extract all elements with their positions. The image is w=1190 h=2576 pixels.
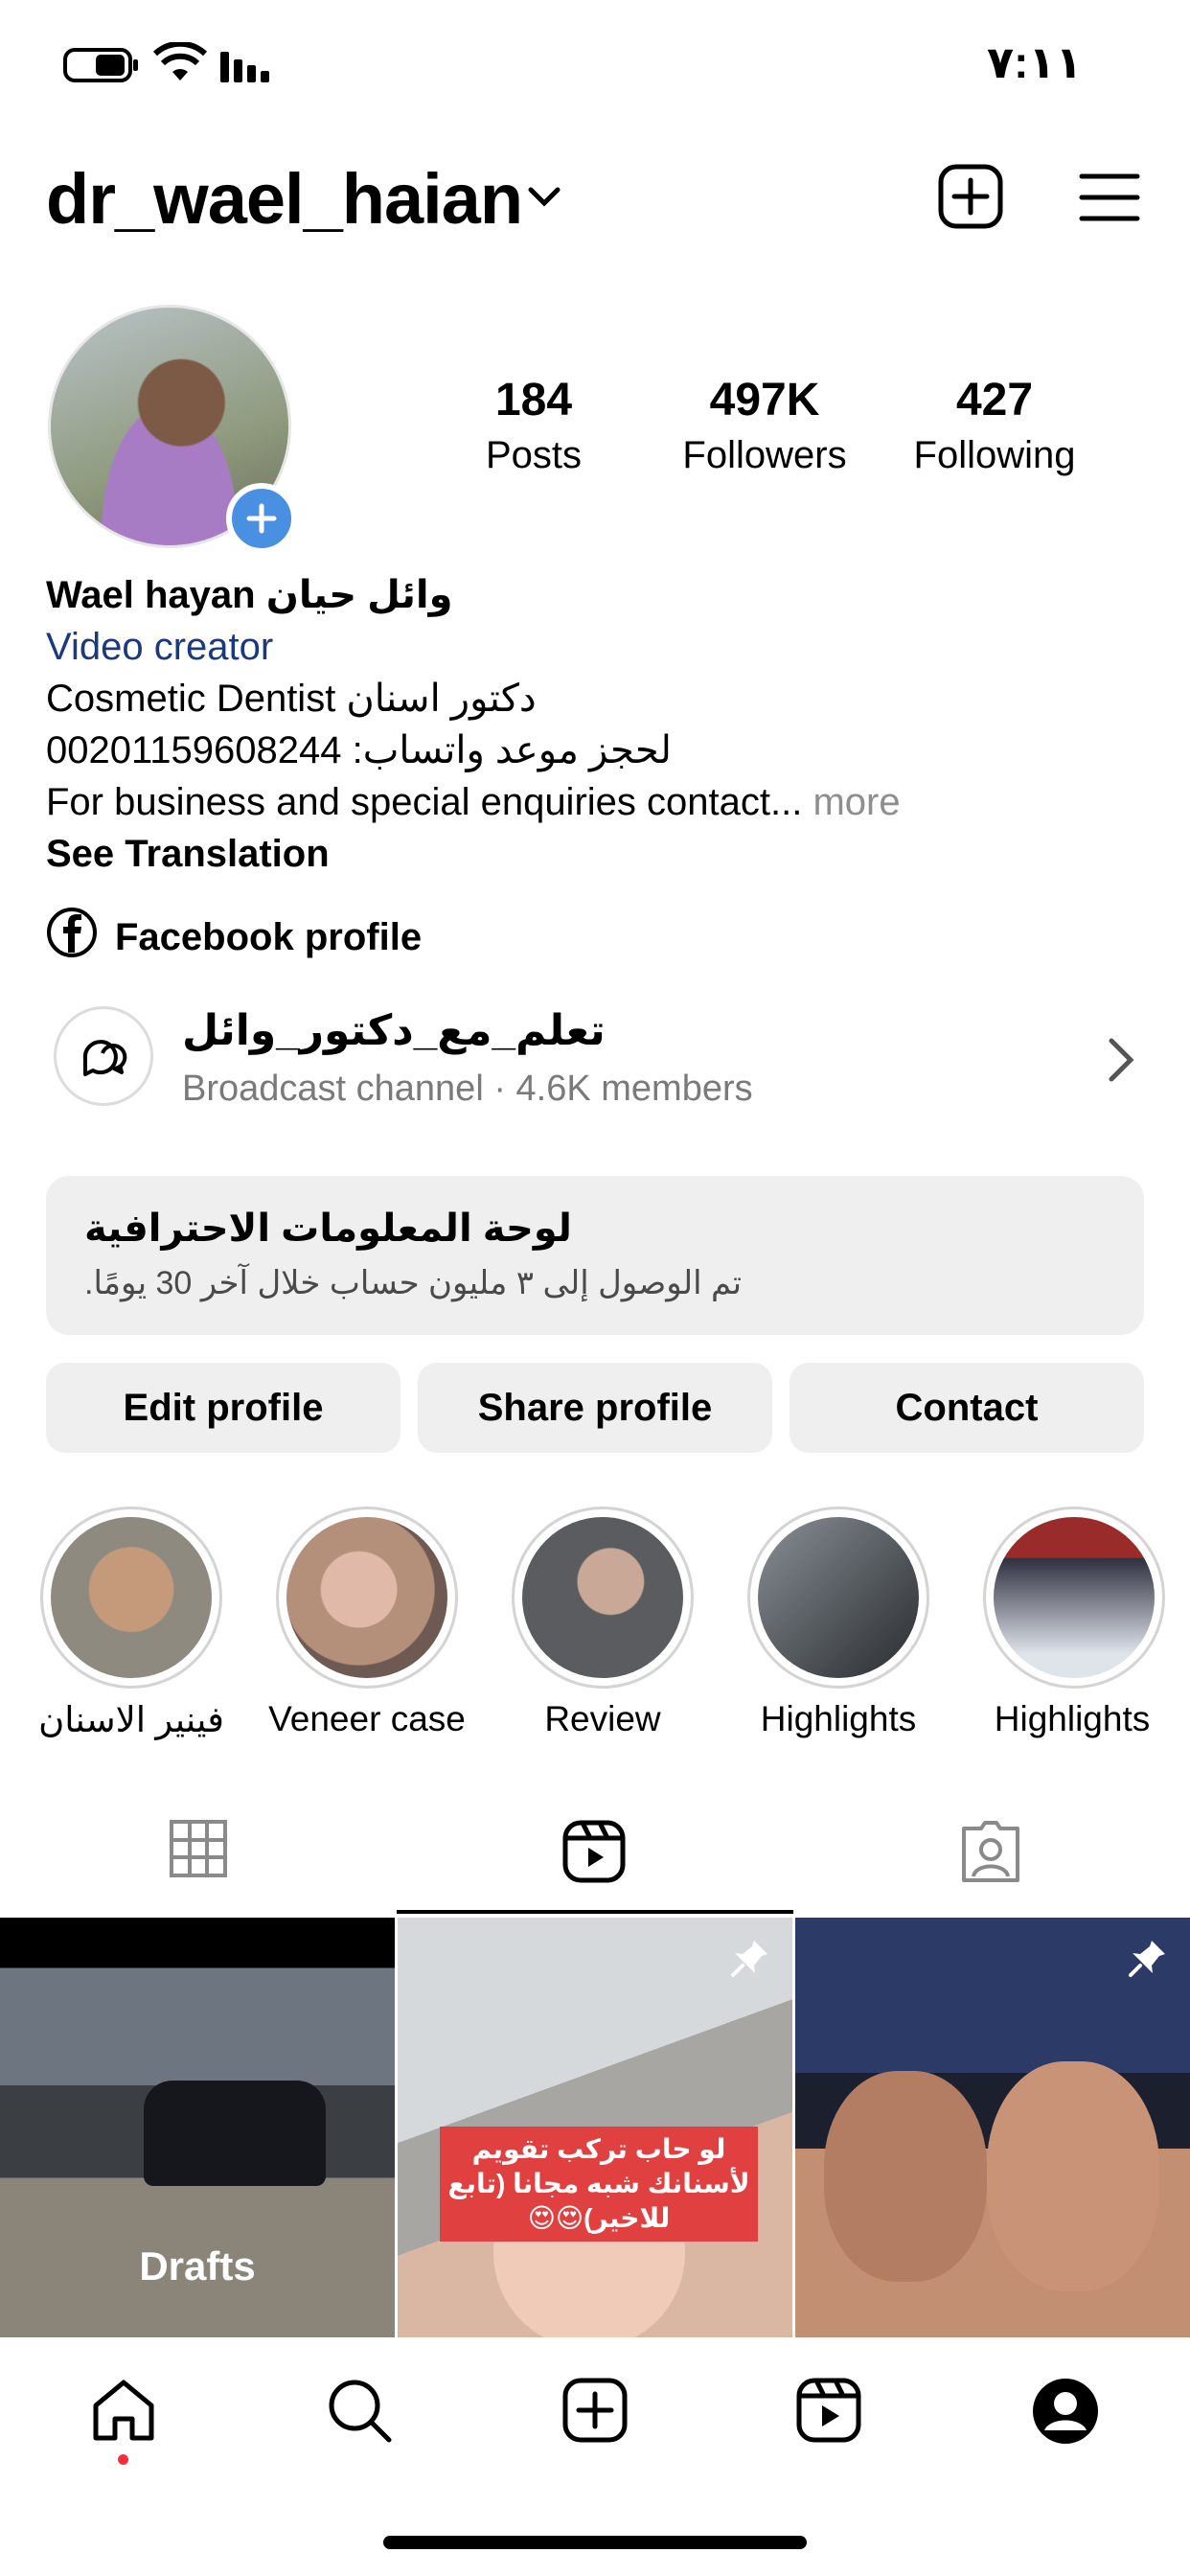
home-icon[interactable] bbox=[90, 2377, 157, 2449]
create-post-icon[interactable] bbox=[937, 163, 1004, 235]
following-stat[interactable]: 427 Following bbox=[889, 374, 1100, 477]
drafts-tile[interactable]: Drafts bbox=[0, 1918, 395, 2337]
status-time: ٧:١١ bbox=[987, 37, 1083, 87]
following-label: Following bbox=[913, 434, 1076, 476]
broadcast-channel-title[interactable]: تعلم_مع_دكتور_وائل bbox=[182, 1006, 606, 1055]
following-count: 427 bbox=[955, 375, 1034, 426]
facebook-link-label: Facebook profile bbox=[115, 915, 423, 958]
contact-button[interactable]: Contact bbox=[790, 1363, 1144, 1453]
share-profile-button[interactable]: Share profile bbox=[418, 1363, 772, 1453]
broadcast-channel-subtitle: Broadcast channel · 4.6K members bbox=[182, 1069, 753, 1109]
bio-line: For business and special enquiries conta… bbox=[46, 776, 901, 828]
facebook-profile-link[interactable]: Facebook profile bbox=[46, 907, 422, 968]
highlight-label: فينير الاسنان bbox=[38, 1700, 224, 1739]
highlight-label: Highlights bbox=[994, 1699, 1151, 1738]
broadcast-channel-icon[interactable] bbox=[54, 1006, 153, 1106]
posts-label: Posts bbox=[485, 434, 583, 476]
home-indicator bbox=[383, 2536, 807, 2549]
signal-icon bbox=[218, 46, 276, 89]
bio-text: For business and special enquiries conta… bbox=[46, 781, 803, 823]
reel-tile[interactable]: لو حاب تركب تقويم لأسنانك شبه مجانا (تاب… bbox=[398, 1918, 792, 2337]
see-translation-link[interactable]: See Translation bbox=[46, 828, 330, 880]
followers-stat[interactable]: 497K Followers bbox=[659, 374, 870, 477]
facebook-icon bbox=[46, 907, 98, 968]
highlight-label: Veneer case bbox=[268, 1699, 466, 1738]
username-title[interactable]: dr_wael_haian bbox=[46, 158, 523, 240]
followers-count: 497K bbox=[709, 375, 820, 426]
menu-icon[interactable] bbox=[1079, 171, 1140, 229]
dashboard-title: لوحة المعلومات الاحترافية bbox=[84, 1208, 572, 1250]
reel-tile[interactable] bbox=[795, 1918, 1190, 2337]
pin-icon bbox=[729, 1937, 771, 1984]
highlight-circle[interactable] bbox=[512, 1506, 694, 1689]
posts-count: 184 bbox=[494, 375, 573, 426]
category-label[interactable]: Video creator bbox=[46, 621, 273, 673]
pin-icon bbox=[1127, 1937, 1169, 1984]
reels-icon[interactable] bbox=[795, 2377, 862, 2449]
add-story-icon[interactable] bbox=[226, 483, 297, 554]
grid-tab-icon[interactable] bbox=[169, 1819, 228, 1883]
highlight-circle[interactable] bbox=[276, 1506, 458, 1689]
reels-tab-icon[interactable] bbox=[561, 1819, 627, 1889]
drafts-label: Drafts bbox=[139, 2243, 256, 2288]
highlight-label: Review bbox=[544, 1699, 661, 1738]
highlight-circle[interactable] bbox=[747, 1506, 929, 1689]
bio-line: Cosmetic Dentist دكتور اسنان bbox=[46, 678, 537, 720]
bio-line: لحجز موعد واتساب: 00201159608244 bbox=[46, 729, 672, 771]
profile-name: Wael hayan وائل حيان bbox=[46, 574, 453, 616]
tagged-tab-icon[interactable] bbox=[958, 1819, 1023, 1889]
highlight-label: Highlights bbox=[760, 1699, 917, 1738]
posts-stat[interactable]: 184 Posts bbox=[428, 374, 639, 477]
dashboard-subtitle: تم الوصول إلى ٣ مليون حساب خلال آخر 30 ي… bbox=[84, 1265, 743, 1301]
battery-icon bbox=[63, 46, 140, 89]
profile-icon[interactable] bbox=[1031, 2377, 1100, 2450]
notification-dot bbox=[118, 2454, 128, 2465]
professional-dashboard[interactable]: لوحة المعلومات الاحترافية تم الوصول إلى … bbox=[46, 1176, 1144, 1335]
wifi-icon bbox=[152, 40, 208, 89]
chevron-right-icon[interactable] bbox=[1104, 1035, 1138, 1090]
highlight-circle[interactable] bbox=[983, 1506, 1165, 1689]
search-icon[interactable] bbox=[326, 2377, 393, 2449]
highlight-circle[interactable] bbox=[40, 1506, 222, 1689]
active-tab-indicator bbox=[397, 1910, 793, 1914]
followers-label: Followers bbox=[682, 434, 847, 476]
more-link[interactable]: more bbox=[812, 781, 900, 823]
create-icon[interactable] bbox=[561, 2377, 629, 2449]
edit-profile-button[interactable]: Edit profile bbox=[46, 1363, 400, 1453]
chevron-down-icon[interactable] bbox=[525, 182, 563, 216]
reel-caption: لو حاب تركب تقويم لأسنانك شبه مجانا (تاب… bbox=[440, 2127, 758, 2242]
